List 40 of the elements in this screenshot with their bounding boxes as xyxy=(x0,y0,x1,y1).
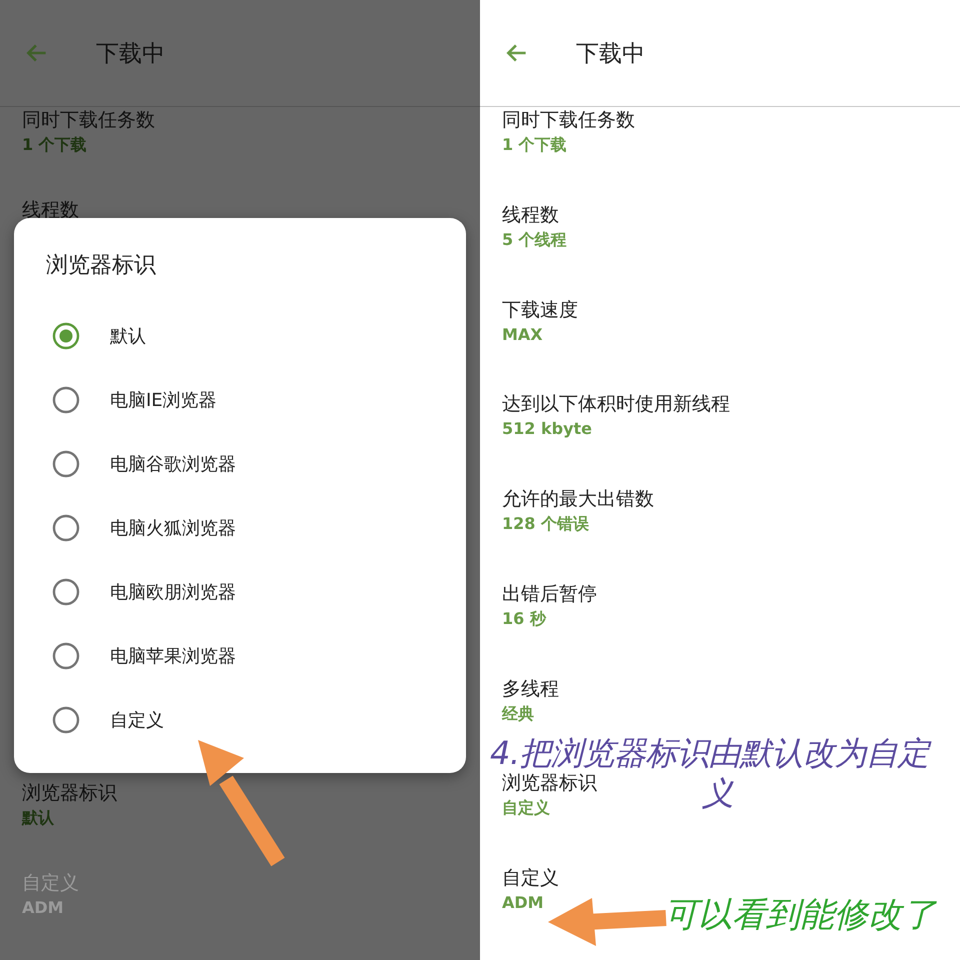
option-label[interactable]: 电脑IE浏览器 xyxy=(110,388,217,412)
radio-button[interactable] xyxy=(52,386,80,414)
setting-title[interactable]: 出错后暂停 xyxy=(502,580,597,607)
setting-title[interactable]: 允许的最大出错数 xyxy=(502,486,654,512)
setting-value: 16 秒 xyxy=(502,608,546,630)
dialog-title: 浏览器标识 xyxy=(46,252,156,280)
option-label[interactable]: 自定义 xyxy=(110,708,164,732)
annotation-text: 4.把浏览器标识由默认改为自定 xyxy=(490,733,930,773)
radio-button[interactable] xyxy=(52,322,80,350)
setting-title[interactable]: 下载速度 xyxy=(502,296,578,323)
radio-button[interactable] xyxy=(52,578,80,606)
setting-value: ADM xyxy=(502,892,544,914)
radio-button[interactable] xyxy=(52,450,80,478)
option-label[interactable]: 默认 xyxy=(110,324,146,348)
setting-title[interactable]: 浏览器标识 xyxy=(502,770,597,796)
setting-value: 1 个下载 xyxy=(502,134,567,156)
option-label[interactable]: 电脑欧朋浏览器 xyxy=(110,580,236,604)
setting-title[interactable]: 多线程 xyxy=(502,676,559,702)
setting-title[interactable]: 同时下载任务数 xyxy=(502,107,635,133)
setting-value: 512 kbyte xyxy=(502,418,592,440)
screen-title: 下载中 xyxy=(576,40,645,68)
setting-value: 128 个错误 xyxy=(502,513,589,536)
option-label[interactable]: 电脑苹果浏览器 xyxy=(110,644,236,668)
radio-button[interactable] xyxy=(52,514,80,542)
setting-value: 1 个下载 xyxy=(22,134,87,156)
setting-value: 5 个线程 xyxy=(502,228,567,251)
setting-title[interactable]: 达到以下体积时使用新线程 xyxy=(502,391,730,418)
option-label[interactable]: 电脑火狐浏览器 xyxy=(110,516,236,540)
setting-title[interactable]: 自定义 xyxy=(502,865,559,892)
setting-value: 自定义 xyxy=(502,797,550,820)
screen-title: 下载中 xyxy=(96,40,165,68)
radio-button[interactable] xyxy=(52,642,80,670)
setting-value: 默认 xyxy=(22,806,54,829)
option-label[interactable]: 电脑谷歌浏览器 xyxy=(110,452,236,476)
annotation-text: 义 xyxy=(702,773,734,813)
setting-title[interactable]: 线程数 xyxy=(502,202,559,228)
annotation-text: 可以看到能修改了 xyxy=(664,894,936,936)
setting-value: 经典 xyxy=(502,702,534,725)
radio-button[interactable] xyxy=(52,706,80,734)
setting-value: MAX xyxy=(502,324,543,346)
